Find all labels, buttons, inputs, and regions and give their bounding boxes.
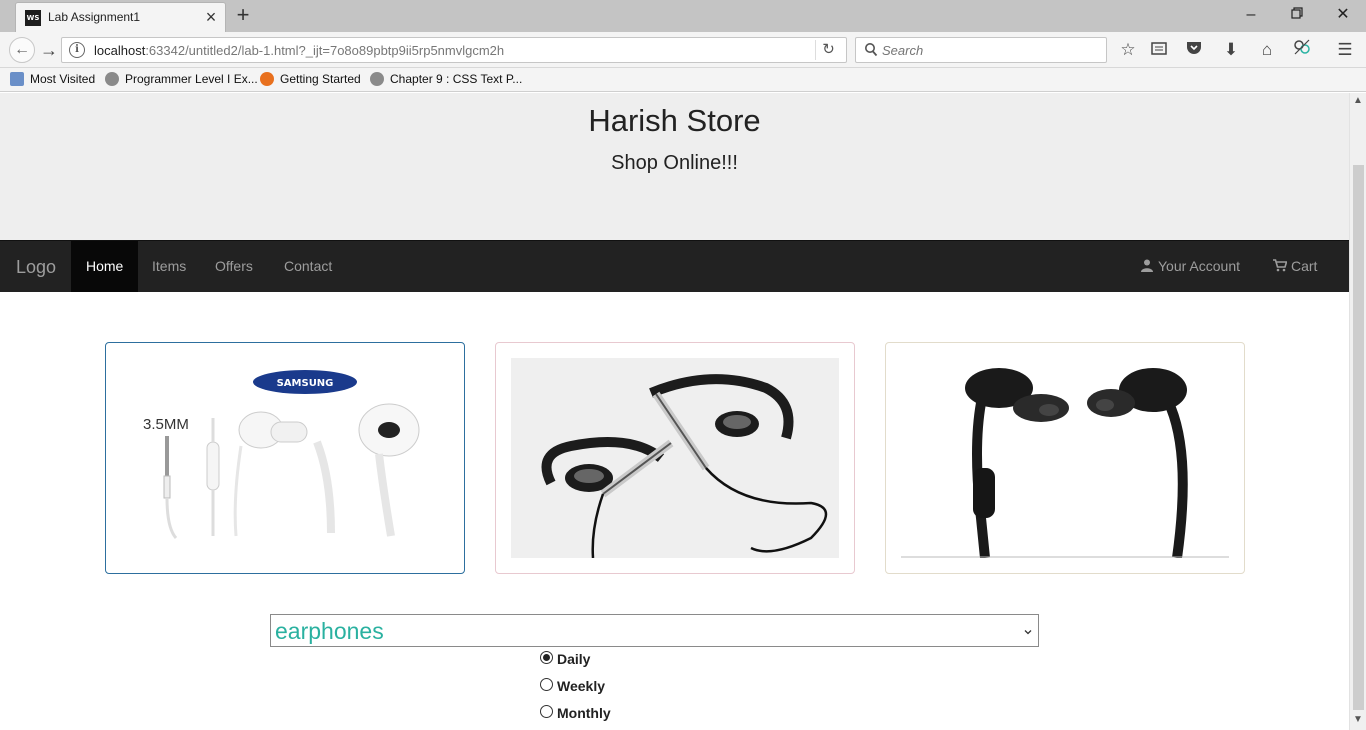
bookmark-most-visited[interactable]: Most Visited bbox=[10, 72, 95, 86]
home-icon[interactable]: ⌂ bbox=[1255, 38, 1279, 62]
search-icon bbox=[864, 42, 878, 58]
close-window-icon[interactable]: ✕ bbox=[1329, 3, 1357, 27]
cart-icon bbox=[1273, 242, 1288, 272]
globe-icon bbox=[370, 72, 384, 86]
product-image-hook-earphones bbox=[511, 358, 839, 559]
radio-daily[interactable] bbox=[540, 651, 553, 664]
globe-icon bbox=[105, 72, 119, 86]
page-scrollbar[interactable]: ▲ ▼ bbox=[1349, 93, 1366, 730]
radio-label-monthly: Monthly bbox=[557, 705, 611, 721]
product-image-samsung-earphones: SAMSUNG 3.5MM bbox=[121, 358, 449, 558]
category-select[interactable]: earphones bbox=[270, 614, 1039, 647]
menu-icon[interactable]: ☰ bbox=[1333, 38, 1357, 62]
back-arrow-icon[interactable]: ← bbox=[9, 37, 35, 63]
page-subtitle: Shop Online!!! bbox=[611, 152, 738, 174]
browser-toolbar: ← → i localhost:63342/untitled2/lab-1.ht… bbox=[0, 32, 1366, 68]
page-title: Harish Store bbox=[588, 103, 761, 138]
radio-weekly[interactable] bbox=[540, 678, 553, 691]
restore-icon[interactable] bbox=[1283, 3, 1311, 27]
radio-label-daily: Daily bbox=[557, 651, 591, 667]
product-card-3[interactable] bbox=[885, 342, 1245, 574]
scroll-up-icon[interactable]: ▲ bbox=[1350, 93, 1366, 109]
tab-close-icon[interactable]: × bbox=[203, 8, 219, 26]
product-card-1[interactable]: SAMSUNG 3.5MM bbox=[105, 342, 465, 574]
chevron-down-icon bbox=[1023, 624, 1033, 635]
url-text[interactable]: localhost:63342/untitled2/lab-1.html?_ij… bbox=[94, 43, 504, 58]
forward-arrow-icon[interactable]: → bbox=[37, 38, 61, 62]
scroll-down-icon[interactable]: ▼ bbox=[1350, 712, 1366, 728]
navbar-logo[interactable]: Logo bbox=[16, 257, 56, 278]
nav-your-account[interactable]: Your Account bbox=[1126, 241, 1255, 292]
radio-label-weekly: Weekly bbox=[557, 678, 605, 694]
pocket-icon[interactable] bbox=[1182, 38, 1206, 62]
reload-icon[interactable]: ↻ bbox=[815, 40, 841, 60]
search-bar[interactable] bbox=[855, 37, 1107, 63]
svg-text:SAMSUNG: SAMSUNG bbox=[277, 378, 334, 389]
reading-list-icon[interactable] bbox=[1147, 38, 1171, 62]
nav-home[interactable]: Home bbox=[71, 241, 139, 292]
folder-icon bbox=[10, 72, 24, 86]
jumbotron: Harish Store Shop Online!!! bbox=[0, 93, 1349, 240]
tab-title: Lab Assignment1 bbox=[48, 10, 141, 24]
address-bar[interactable]: i localhost:63342/untitled2/lab-1.html?_… bbox=[61, 37, 847, 63]
category-select-value: earphones bbox=[275, 618, 384, 644]
download-icon[interactable]: ⬇ bbox=[1219, 38, 1243, 62]
browser-tabbar: WS Lab Assignment1 × + – ✕ bbox=[0, 0, 1366, 32]
info-icon[interactable]: i bbox=[69, 42, 85, 58]
bookmark-star-icon[interactable]: ☆ bbox=[1116, 38, 1140, 62]
bookmarks-toolbar: Most Visited Programmer Level I Ex... Ge… bbox=[0, 68, 1366, 92]
bookmark-getting-started[interactable]: Getting Started bbox=[260, 72, 361, 86]
nav-items[interactable]: Items bbox=[137, 241, 201, 292]
webstorm-favicon-icon: WS bbox=[25, 10, 41, 26]
search-input[interactable] bbox=[882, 41, 1102, 59]
bookmark-chapter9[interactable]: Chapter 9 : CSS Text P... bbox=[370, 72, 522, 86]
radio-monthly[interactable] bbox=[540, 705, 553, 718]
minimize-icon[interactable]: – bbox=[1237, 3, 1265, 27]
firefox-icon bbox=[260, 72, 274, 86]
svg-text:3.5MM: 3.5MM bbox=[143, 416, 189, 433]
nav-cart[interactable]: Cart bbox=[1258, 241, 1332, 292]
product-card-2[interactable] bbox=[495, 342, 855, 574]
browser-tab[interactable]: WS Lab Assignment1 × bbox=[15, 2, 226, 32]
site-navbar: Logo Home Items Offers Contact Your Acco… bbox=[0, 240, 1349, 292]
nav-offers[interactable]: Offers bbox=[200, 241, 268, 292]
nav-contact[interactable]: Contact bbox=[269, 241, 347, 292]
product-image-black-earphones bbox=[901, 358, 1229, 559]
scroll-thumb[interactable] bbox=[1353, 165, 1364, 710]
user-icon bbox=[1141, 242, 1153, 272]
extension-icon[interactable] bbox=[1290, 38, 1314, 62]
bookmark-programmer[interactable]: Programmer Level I Ex... bbox=[105, 72, 258, 86]
new-tab-icon[interactable]: + bbox=[233, 4, 253, 26]
page-viewport: Harish Store Shop Online!!! Logo Home It… bbox=[0, 93, 1349, 730]
